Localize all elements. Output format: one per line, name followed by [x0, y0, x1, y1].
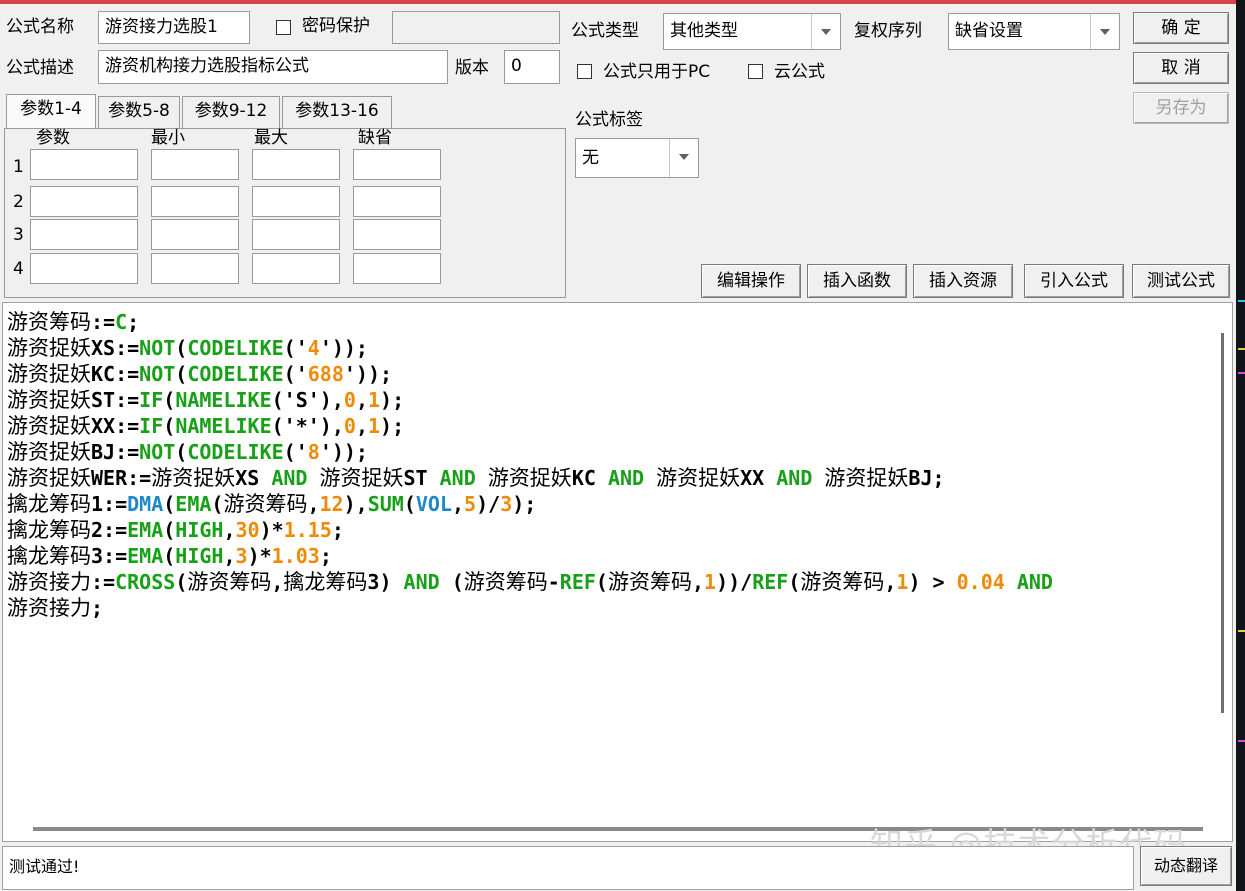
cloud-formula-label: 云公式	[774, 62, 825, 82]
param-row-number: 2	[13, 192, 24, 212]
code-line: 游资接力;	[7, 596, 104, 620]
code-line: 游资捉妖XS:=NOT(CODELIKE('4'));	[7, 336, 368, 360]
code-line: 擒龙筹码3:=EMA(HIGH,3)*1.03;	[7, 544, 332, 568]
param-row-number: 4	[13, 259, 24, 279]
formula-tag-select[interactable]: 无	[575, 138, 699, 178]
vertical-scrollbar[interactable]	[1221, 333, 1224, 713]
param-3-max-input[interactable]	[252, 219, 340, 250]
param-2-default-input[interactable]	[353, 186, 441, 217]
code-line: 擒龙筹码1:=DMA(EMA(游资筹码,12),SUM(VOL,5)/3);	[7, 492, 537, 516]
window-top-border	[0, 0, 1245, 4]
ok-button[interactable]: 确 定	[1133, 12, 1229, 44]
param-2-name-input[interactable]	[30, 186, 138, 217]
code-line: 游资捉妖ST:=IF(NAMELIKE('S'),0,1);	[7, 388, 405, 412]
param-4-default-input[interactable]	[353, 253, 441, 284]
param-1-max-input[interactable]	[252, 149, 340, 180]
code-line: 游资筹码:=C;	[7, 310, 140, 334]
status-message: 测试通过!	[2, 846, 1134, 890]
param-header-max: 最大	[254, 128, 288, 148]
chevron-down-icon[interactable]	[811, 14, 840, 49]
rights-sequence-value: 缺省设置	[955, 21, 1023, 41]
param-header-min: 最小	[151, 128, 185, 148]
param-3-default-input[interactable]	[353, 219, 441, 250]
param-3-name-input[interactable]	[30, 219, 138, 250]
insert-resource-button[interactable]: 插入资源	[913, 264, 1013, 298]
code-line: 擒龙筹码2:=EMA(HIGH,30)*1.15;	[7, 518, 344, 542]
formula-desc-input[interactable]: 游资机构接力选股指标公式	[98, 50, 448, 84]
cancel-button[interactable]: 取 消	[1133, 52, 1229, 84]
formula-code-editor[interactable]: 游资筹码:=C; 游资捉妖XS:=NOT(CODELIKE('4')); 游资捉…	[2, 302, 1233, 842]
param-row-number: 1	[13, 157, 24, 177]
code-line: 游资捉妖XX:=IF(NAMELIKE('*'),0,1);	[7, 414, 405, 438]
formula-tag-label: 公式标签	[575, 110, 643, 130]
dynamic-translate-button[interactable]: 动态翻译	[1140, 846, 1232, 886]
code-line: 游资捉妖BJ:=NOT(CODELIKE('8'));	[7, 440, 368, 464]
pc-only-checkbox[interactable]	[577, 64, 592, 79]
tab-params-5-8[interactable]: 参数5-8	[98, 96, 180, 128]
test-formula-button[interactable]: 测试公式	[1132, 264, 1230, 298]
insert-function-button[interactable]: 插入函数	[807, 264, 907, 298]
formula-name-label: 公式名称	[6, 17, 74, 37]
param-1-name-input[interactable]	[30, 149, 138, 180]
chevron-down-icon[interactable]	[669, 139, 698, 177]
tab-params-9-12[interactable]: 参数9-12	[182, 96, 280, 128]
code-line: 游资捉妖KC:=NOT(CODELIKE('688'));	[7, 362, 393, 386]
password-protect-label: 密码保护	[302, 16, 370, 36]
param-row-number: 3	[13, 225, 24, 245]
tab-params-1-4[interactable]: 参数1-4	[6, 94, 96, 130]
rights-sequence-select[interactable]: 缺省设置	[948, 13, 1120, 50]
code-line: 游资捉妖WER:=游资捉妖XS AND 游资捉妖ST AND 游资捉妖KC AN…	[7, 466, 945, 490]
tab-params-13-16[interactable]: 参数13-16	[282, 96, 392, 128]
version-label: 版本	[455, 58, 489, 78]
param-header-name: 参数	[36, 128, 70, 148]
chevron-down-icon[interactable]	[1090, 14, 1119, 49]
import-formula-button[interactable]: 引入公式	[1024, 264, 1124, 298]
formula-name-input[interactable]: 游资接力选股1	[98, 11, 250, 44]
save-as-button[interactable]: 另存为	[1133, 92, 1229, 124]
code-text: 游资筹码:=C; 游资捉妖XS:=NOT(CODELIKE('4')); 游资捉…	[7, 309, 1053, 621]
password-input[interactable]	[392, 11, 560, 44]
pc-only-label: 公式只用于PC	[603, 62, 711, 82]
password-protect-checkbox[interactable]	[276, 20, 291, 35]
formula-type-value: 其他类型	[670, 21, 738, 41]
formula-type-label: 公式类型	[571, 21, 639, 41]
param-header-default: 缺省	[358, 128, 392, 148]
code-line: 游资接力:=CROSS(游资筹码,擒龙筹码3) AND (游资筹码-REF(游资…	[7, 570, 1053, 594]
param-4-max-input[interactable]	[252, 253, 340, 284]
cloud-formula-checkbox[interactable]	[748, 64, 763, 79]
param-2-min-input[interactable]	[151, 186, 239, 217]
param-3-min-input[interactable]	[151, 219, 239, 250]
param-1-default-input[interactable]	[353, 149, 441, 180]
formula-type-select[interactable]: 其他类型	[663, 13, 841, 50]
edit-operation-button[interactable]: 编辑操作	[701, 264, 801, 298]
param-2-max-input[interactable]	[252, 186, 340, 217]
param-1-min-input[interactable]	[151, 149, 239, 180]
formula-tag-value: 无	[582, 148, 599, 168]
version-input[interactable]: 0	[504, 50, 560, 84]
formula-desc-label: 公式描述	[6, 58, 74, 78]
background-chart-strip	[1236, 0, 1245, 891]
rights-sequence-label: 复权序列	[854, 21, 922, 41]
param-4-min-input[interactable]	[151, 253, 239, 284]
param-4-name-input[interactable]	[30, 253, 138, 284]
